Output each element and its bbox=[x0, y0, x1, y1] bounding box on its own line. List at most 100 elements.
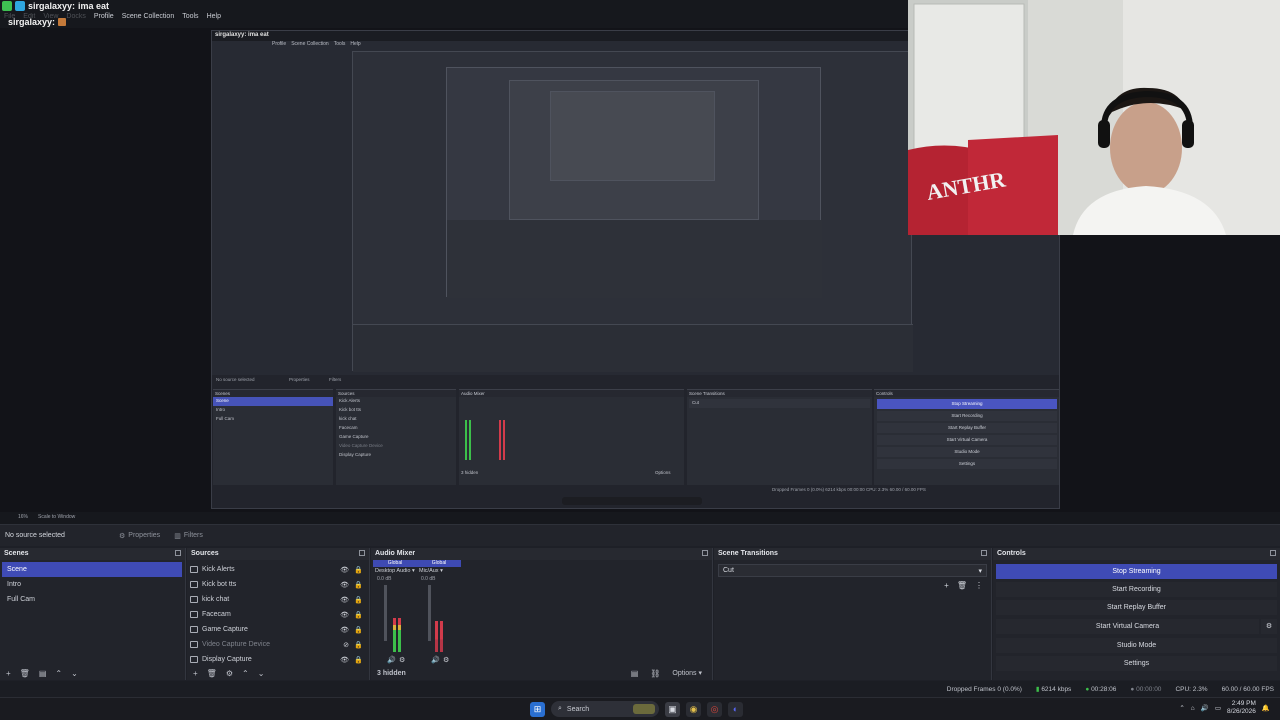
hidden-visibility-icon[interactable]: ⊘ bbox=[343, 641, 349, 649]
speaker-icon[interactable]: 🔊 bbox=[431, 656, 440, 664]
nested-menu-profile: Profile bbox=[272, 41, 287, 47]
undock-icon[interactable] bbox=[702, 550, 708, 556]
scene-item-scene[interactable]: Scene bbox=[2, 562, 182, 577]
visibility-icon[interactable]: 👁 bbox=[340, 581, 349, 589]
menu-scene-collection[interactable]: Scene Collection bbox=[122, 13, 175, 20]
scenes-title: Scenes bbox=[4, 550, 29, 557]
add-transition-icon[interactable]: + bbox=[944, 581, 949, 590]
lock-icon[interactable]: 🔒 bbox=[354, 641, 363, 649]
lock-icon[interactable]: 🔒 bbox=[354, 656, 363, 664]
studio-mode-button[interactable]: Studio Mode bbox=[996, 638, 1277, 653]
chrome-alt-icon[interactable]: ◎ bbox=[707, 701, 722, 717]
nested-source-item: Video Capture Device bbox=[339, 443, 383, 448]
visibility-icon[interactable]: 👁 bbox=[340, 611, 349, 619]
nested-mixer-title: Audio Mixer bbox=[459, 390, 684, 397]
menu-profile[interactable]: Profile bbox=[94, 13, 114, 20]
clock[interactable]: 2:49 PM 8/26/2026 bbox=[1227, 700, 1256, 716]
more-options-icon[interactable]: ⋮ bbox=[975, 581, 983, 590]
stop-streaming-button[interactable]: Stop Streaming bbox=[996, 564, 1277, 579]
hidden-count[interactable]: 3 hidden bbox=[377, 670, 406, 677]
virtual-camera-settings-icon[interactable]: ⚙ bbox=[1261, 619, 1277, 634]
camera-source-icon bbox=[190, 641, 198, 648]
menu-tools[interactable]: Tools bbox=[182, 13, 198, 20]
channel-name-select[interactable]: Mic/Aux ▾ bbox=[417, 567, 461, 576]
source-item-display-capture[interactable]: Display Capture 👁 🔒 bbox=[187, 652, 369, 664]
channel-settings-icon[interactable]: ⚙ bbox=[399, 656, 405, 664]
menu-help[interactable]: Help bbox=[207, 13, 221, 20]
chrome-icon[interactable]: ◉ bbox=[686, 701, 701, 717]
nested-properties: Properties bbox=[289, 377, 310, 382]
remove-source-icon[interactable]: 🗑 bbox=[207, 669, 217, 678]
nested-meter bbox=[469, 420, 471, 460]
volume-meter bbox=[435, 621, 438, 652]
lock-icon[interactable]: 🔒 bbox=[354, 596, 363, 604]
move-down-icon[interactable]: ⌄ bbox=[71, 669, 78, 678]
discord-icon[interactable]: ◐ bbox=[728, 701, 743, 717]
volume-slider[interactable] bbox=[428, 585, 431, 641]
zoom-level[interactable]: 16% bbox=[18, 514, 28, 522]
lock-icon[interactable]: 🔒 bbox=[354, 566, 363, 574]
dropped-frames: Dropped Frames 0 (0.0%) bbox=[946, 685, 1022, 693]
source-item-kick-chat[interactable]: kick chat 👁 🔒 bbox=[187, 592, 369, 607]
remove-scene-icon[interactable]: 🗑 bbox=[20, 669, 30, 678]
visibility-icon[interactable]: 👁 bbox=[340, 656, 349, 664]
taskbar-search[interactable]: ⌕ Search bbox=[551, 701, 659, 717]
mixer-options[interactable]: Options ▾ bbox=[672, 669, 702, 677]
speaker-icon[interactable]: 🔊 bbox=[387, 656, 396, 664]
menu-docks[interactable]: Docks bbox=[66, 13, 85, 20]
undock-icon[interactable] bbox=[1270, 550, 1276, 556]
scene-item-intro[interactable]: Intro bbox=[2, 577, 182, 592]
lock-icon[interactable]: 🔒 bbox=[354, 581, 363, 589]
chevron-up-icon[interactable]: ⌃ bbox=[1179, 704, 1184, 712]
undock-icon[interactable] bbox=[359, 550, 365, 556]
start-recording-button[interactable]: Start Recording bbox=[996, 582, 1277, 597]
volume-icon[interactable]: 🔊 bbox=[1201, 704, 1209, 712]
task-view-icon[interactable]: ▣ bbox=[665, 701, 680, 717]
nested-scene-item: Intro bbox=[216, 407, 226, 412]
add-source-icon[interactable]: + bbox=[193, 669, 198, 678]
add-scene-icon[interactable]: + bbox=[6, 669, 11, 678]
mixer-panel-icon[interactable]: ▤ bbox=[631, 669, 639, 678]
nested-source-item: Kick bot tts bbox=[339, 407, 362, 412]
undock-icon[interactable] bbox=[981, 550, 987, 556]
transition-select[interactable]: Cut ▾ bbox=[718, 564, 987, 577]
source-item-facecam[interactable]: Facecam 👁 🔒 bbox=[187, 607, 369, 622]
source-item-kick-bot-tts[interactable]: Kick bot tts 👁 🔒 bbox=[187, 577, 369, 592]
scene-item-full-cam[interactable]: Full Cam bbox=[2, 592, 182, 607]
battery-icon[interactable]: ▭ bbox=[1215, 704, 1221, 712]
start-replay-buffer-button[interactable]: Start Replay Buffer bbox=[996, 600, 1277, 615]
source-properties-icon[interactable]: ⚙ bbox=[226, 669, 233, 678]
windows-start-icon[interactable]: ⊞ bbox=[530, 701, 545, 717]
undock-icon[interactable] bbox=[175, 550, 181, 556]
source-item-game-capture[interactable]: Game Capture 👁 🔒 bbox=[187, 622, 369, 637]
move-down-icon[interactable]: ⌄ bbox=[258, 669, 265, 678]
remove-transition-icon[interactable]: 🗑 bbox=[957, 581, 967, 590]
visibility-icon[interactable]: 👁 bbox=[340, 596, 349, 604]
visibility-icon[interactable]: 👁 bbox=[340, 566, 349, 574]
lock-icon[interactable]: 🔒 bbox=[354, 611, 363, 619]
scene-filters-icon[interactable]: ▤ bbox=[39, 669, 47, 678]
lock-icon[interactable]: 🔒 bbox=[354, 626, 363, 634]
move-up-icon[interactable]: ⌃ bbox=[55, 669, 62, 678]
volume-slider[interactable] bbox=[384, 585, 387, 641]
channel-settings-icon[interactable]: ⚙ bbox=[443, 656, 449, 664]
transitions-header: Scene Transitions bbox=[714, 548, 991, 560]
start-virtual-camera-button[interactable]: Start Virtual Camera bbox=[996, 619, 1259, 634]
network-icon[interactable]: ⌂ bbox=[1191, 705, 1195, 712]
sources-title: Sources bbox=[191, 550, 219, 557]
move-up-icon[interactable]: ⌃ bbox=[242, 669, 249, 678]
settings-button[interactable]: Settings bbox=[996, 656, 1277, 671]
channel-name-select[interactable]: Desktop Audio ▾ bbox=[373, 567, 417, 576]
source-item-kick-alerts[interactable]: Kick Alerts 👁 🔒 bbox=[187, 562, 369, 577]
properties-button[interactable]: ⚙ Properties bbox=[119, 532, 160, 540]
link-icon[interactable]: ⛓ bbox=[650, 669, 660, 678]
channel-db: 0.0 dB bbox=[377, 576, 392, 582]
source-item-video-capture-device[interactable]: Video Capture Device ⊘ 🔒 bbox=[187, 637, 369, 652]
sources-toolbar: + 🗑 ⚙ ⌃ ⌄ bbox=[187, 666, 369, 680]
notification-icon[interactable]: 🔔 bbox=[1262, 704, 1270, 712]
filters-button[interactable]: ▥ Filters bbox=[174, 532, 203, 540]
visibility-icon[interactable]: 👁 bbox=[340, 626, 349, 634]
scale-select[interactable]: Scale to Window bbox=[38, 514, 75, 522]
chevron-down-icon: ▾ bbox=[978, 568, 982, 575]
rec-time: 00:00:00 bbox=[1136, 685, 1162, 693]
